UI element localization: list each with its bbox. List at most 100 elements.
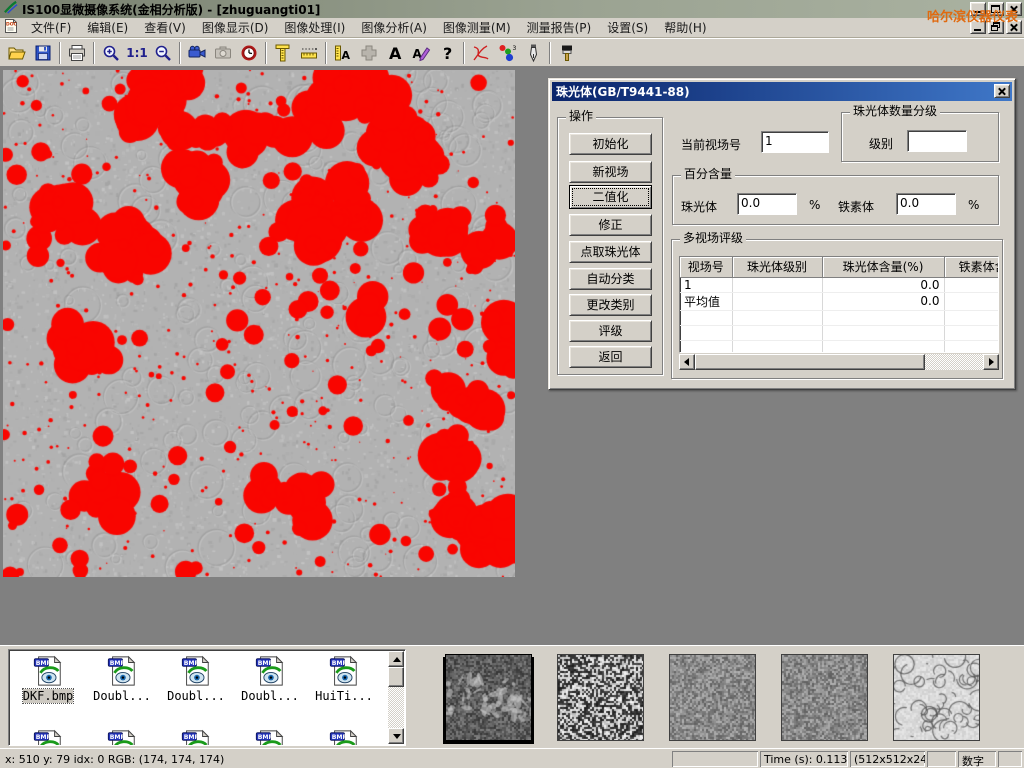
multi-field-table[interactable]: 视场号 珠光体级别 珠光体含量(%) 铁素体含量(%) 1 0.0 平均值 0.…	[679, 256, 999, 353]
correct-button[interactable]: 修正	[569, 214, 652, 236]
file-item[interactable]: BMP HuiTi...	[307, 655, 381, 703]
metallographic-image[interactable]	[3, 70, 515, 577]
scroll-right-button[interactable]	[983, 354, 999, 370]
ferrite-percent-unit: %	[968, 198, 979, 212]
menu-file[interactable]: 文件(F)	[23, 17, 79, 38]
save-button[interactable]	[30, 41, 56, 65]
calibrate-button[interactable]: A	[330, 41, 356, 65]
table-row[interactable]: 平均值 0.0	[680, 292, 999, 310]
col-header-ferrite-percent[interactable]: 铁素体含量(%)	[944, 257, 999, 277]
file-listbox[interactable]: BMP DKF.bmp BMP Doubl... BMP Doubl... BM…	[8, 649, 406, 746]
rate-button[interactable]: 评级	[569, 320, 652, 342]
current-field-input[interactable]: 1	[761, 131, 829, 153]
print-button[interactable]	[64, 41, 90, 65]
file-item[interactable]: BMP Doubl...	[233, 655, 307, 703]
bmp-file-icon: BMP	[254, 655, 286, 687]
grade-input[interactable]	[907, 130, 967, 152]
thumbnail-5[interactable]	[893, 654, 980, 741]
horizontal-ruler-icon	[299, 43, 319, 63]
merge-button[interactable]	[356, 41, 382, 65]
classify-points-button[interactable]: 3	[494, 41, 520, 65]
table-row-empty	[680, 310, 999, 325]
binarize-button[interactable]: 二值化	[569, 185, 652, 209]
actual-size-button[interactable]: 1:1	[124, 41, 150, 65]
thumbnail-2[interactable]	[557, 654, 644, 741]
mdi-restore-button[interactable]	[988, 20, 1004, 34]
scroll-down-button[interactable]	[388, 728, 404, 744]
calibration-ruler-icon: A	[333, 43, 353, 63]
brush-button[interactable]	[554, 41, 580, 65]
change-class-button[interactable]: 更改类别	[569, 294, 652, 316]
mdi-close-button[interactable]	[1006, 20, 1022, 34]
camera-capture-button[interactable]	[210, 41, 236, 65]
close-button[interactable]	[1006, 2, 1022, 16]
status-bar: x: 510 y: 79 idx: 0 RGB: (174, 174, 174)…	[0, 748, 1024, 768]
open-button[interactable]	[4, 41, 30, 65]
thumbnail-1[interactable]	[445, 654, 532, 741]
file-item[interactable]: BMP Doubl...	[85, 655, 159, 703]
col-header-field[interactable]: 视场号	[680, 257, 732, 277]
zoom-in-button[interactable]	[98, 41, 124, 65]
pearlite-percent-input[interactable]: 0.0	[737, 193, 797, 215]
ruler-vertical-button[interactable]	[270, 41, 296, 65]
zoom-out-button[interactable]	[150, 41, 176, 65]
dialog-title-bar[interactable]: 珠光体(GB/T9441-88)	[552, 82, 1012, 101]
return-button[interactable]: 返回	[569, 346, 652, 368]
table-row[interactable]: 1 0.0	[680, 277, 999, 292]
thumbnail-3[interactable]	[669, 654, 756, 741]
menu-view[interactable]: 查看(V)	[136, 17, 194, 38]
curve-tool-button[interactable]	[468, 41, 494, 65]
multi-field-group-label: 多视场评级	[680, 231, 746, 245]
menu-help[interactable]: 帮助(H)	[656, 17, 714, 38]
file-list-scrollbar[interactable]	[388, 651, 404, 744]
scroll-left-button[interactable]	[679, 354, 695, 370]
col-header-pearlite-grade[interactable]: 珠光体级别	[732, 257, 822, 277]
scrollbar-thumb[interactable]	[388, 667, 404, 687]
file-item-partial[interactable]: BMP	[85, 729, 159, 746]
title-bar[interactable]: IS100显微摄像系统(金相分析版) - [zhuguangti01]	[0, 0, 1024, 18]
mdi-minimize-button[interactable]	[970, 20, 986, 34]
svg-text:DOC: DOC	[6, 22, 18, 28]
file-item[interactable]: BMP Doubl...	[159, 655, 233, 703]
zoom-out-icon	[153, 43, 173, 63]
menu-settings[interactable]: 设置(S)	[599, 17, 656, 38]
grade-label: 级别	[869, 135, 893, 152]
menu-measure-report[interactable]: 测量报告(P)	[519, 17, 600, 38]
col-header-pearlite-percent[interactable]: 珠光体含量(%)	[822, 257, 944, 277]
video-capture-button[interactable]	[184, 41, 210, 65]
maximize-button[interactable]	[988, 2, 1004, 16]
ferrite-percent-input[interactable]: 0.0	[896, 193, 956, 215]
scrollbar-thumb[interactable]	[695, 354, 925, 370]
window-title: IS100显微摄像系统(金相分析版) - [zhuguangti01]	[22, 1, 320, 18]
initialize-button[interactable]: 初始化	[569, 133, 652, 155]
pen-button[interactable]	[520, 41, 546, 65]
dialog-close-button[interactable]	[994, 84, 1010, 98]
document-icon[interactable]: DOC	[3, 18, 19, 37]
timer-button[interactable]	[236, 41, 262, 65]
file-item-partial[interactable]: BMP	[233, 729, 307, 746]
new-field-button[interactable]: 新视场	[569, 161, 652, 183]
toolbar-separator	[93, 42, 95, 64]
scroll-up-button[interactable]	[388, 651, 404, 667]
edit-text-button[interactable]: A	[408, 41, 434, 65]
ruler-horizontal-button[interactable]	[296, 41, 322, 65]
auto-classify-button[interactable]: 自动分类	[569, 268, 652, 290]
menu-image-process[interactable]: 图像处理(I)	[276, 17, 353, 38]
pick-pearlite-button[interactable]: 点取珠光体	[569, 241, 652, 263]
svg-text:BMP: BMP	[258, 734, 274, 741]
thumbnail-4[interactable]	[781, 654, 868, 741]
file-item-partial[interactable]: BMP	[159, 729, 233, 746]
menu-image-measure[interactable]: 图像测量(M)	[435, 17, 519, 38]
menu-edit[interactable]: 编辑(E)	[79, 17, 136, 38]
menu-image-analysis[interactable]: 图像分析(A)	[353, 17, 435, 38]
application-window: { "window": { "title": "IS100显微摄像系统(金相分析…	[0, 0, 1024, 768]
file-item[interactable]: BMP DKF.bmp	[11, 655, 85, 703]
table-horizontal-scrollbar[interactable]	[679, 354, 999, 370]
file-item-partial[interactable]: BMP	[307, 729, 381, 746]
actual-size-icon: 1:1	[126, 46, 148, 60]
menu-image-display[interactable]: 图像显示(D)	[194, 17, 277, 38]
help-button[interactable]: ?	[434, 41, 460, 65]
minimize-button[interactable]	[970, 2, 986, 16]
text-button[interactable]: A	[382, 41, 408, 65]
file-item-partial[interactable]: BMP	[11, 729, 85, 746]
